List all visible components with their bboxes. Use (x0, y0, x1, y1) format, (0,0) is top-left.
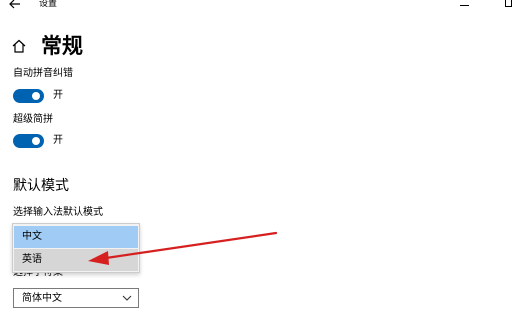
toggle-knob (32, 137, 40, 145)
default-mode-dropdown-list[interactable]: 中文 英语 (12, 223, 140, 273)
charset-select[interactable]: 简体中文 (13, 288, 139, 308)
super-jianpin-state: 开 (53, 135, 63, 146)
default-mode-label: 选择输入法默认模式 (13, 207, 103, 218)
charset-select-value: 简体中文 (22, 293, 62, 304)
maximize-icon[interactable] (505, 0, 512, 7)
dropdown-option-chinese[interactable]: 中文 (14, 226, 138, 248)
super-jianpin-label: 超级简拼 (13, 114, 53, 125)
default-mode-section-title: 默认模式 (13, 178, 69, 194)
auto-pinyin-correction-state: 开 (53, 90, 63, 101)
auto-pinyin-correction-label: 自动拼音纠错 (13, 68, 73, 79)
home-icon (12, 39, 26, 53)
super-jianpin-toggle[interactable] (13, 134, 44, 148)
chevron-down-icon (122, 295, 132, 301)
page-title: 常规 (41, 34, 83, 58)
back-arrow-icon[interactable] (8, 0, 22, 11)
minimize-icon[interactable] (460, 5, 469, 6)
app-title: 设置 (39, 0, 58, 9)
dropdown-option-english[interactable]: 英语 (14, 249, 138, 271)
title-bar: 设置 (0, 0, 520, 14)
auto-pinyin-correction-toggle[interactable] (13, 89, 44, 103)
toggle-knob (32, 92, 40, 100)
